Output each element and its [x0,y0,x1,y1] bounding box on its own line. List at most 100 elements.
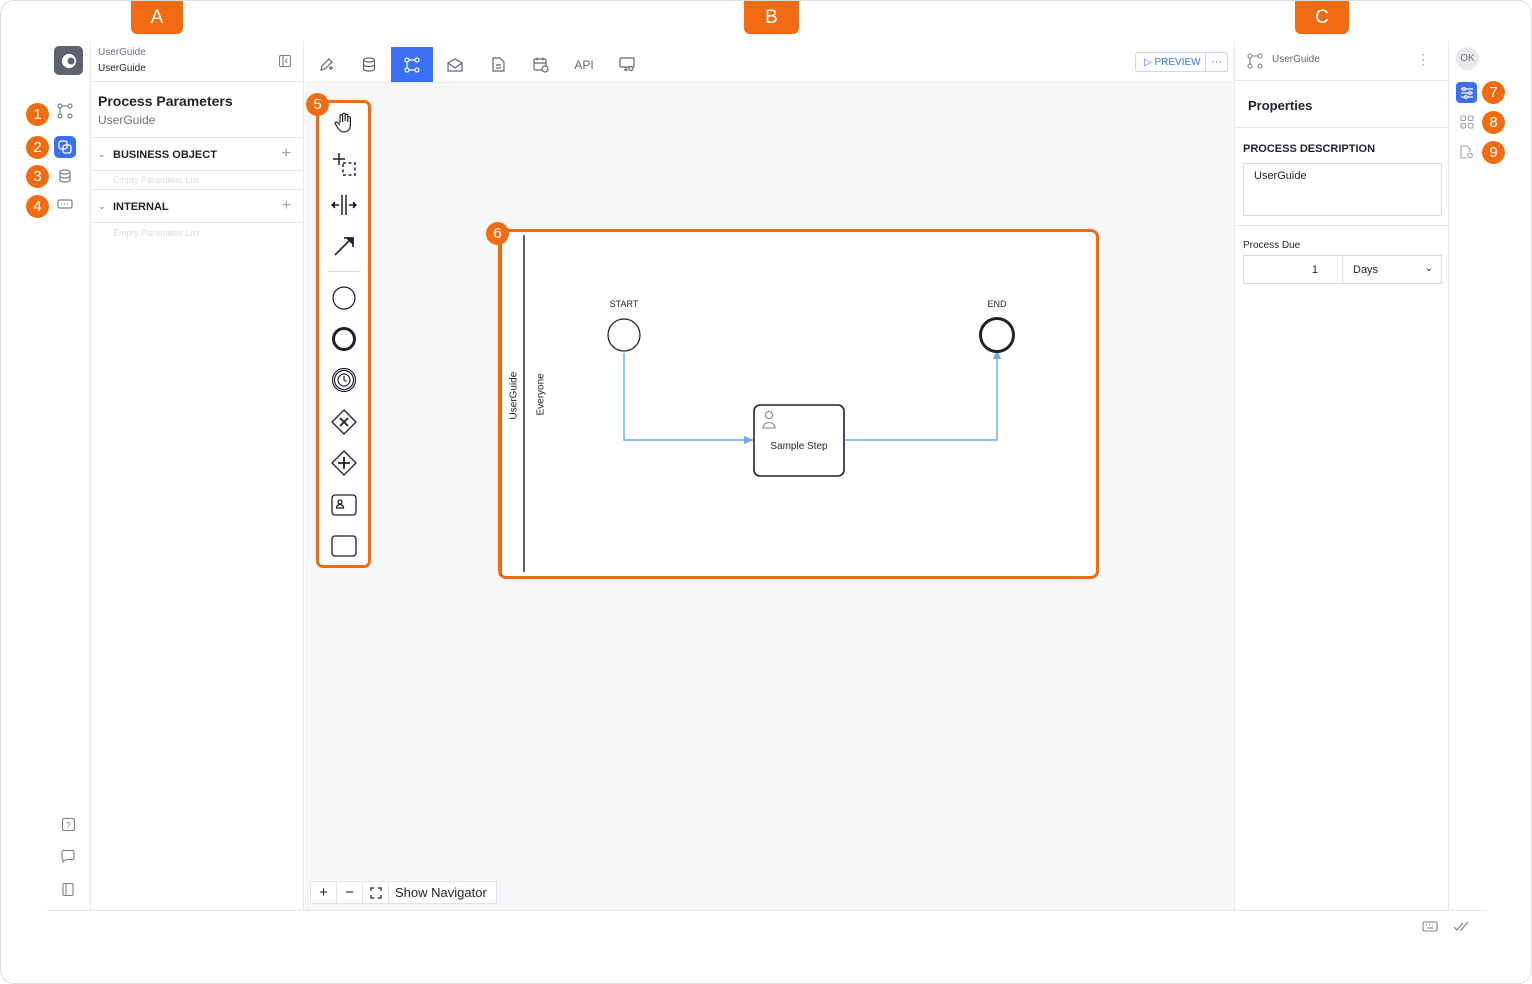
api-tab[interactable]: API [563,47,605,82]
marker-c: C [1295,1,1349,34]
database-icon[interactable] [54,165,76,187]
preview-text: PREVIEW [1154,56,1201,68]
process-tab-icon[interactable] [391,47,433,82]
parameters-panel: UserGuide UserGuide Process Parameters U… [90,41,304,910]
chevron-down-icon: ⌄ [98,149,106,159]
parallel-gateway-icon[interactable] [331,450,357,476]
zoom-out-button[interactable]: − [337,882,363,903]
add-icon[interactable]: + [282,145,291,163]
start-label: START [609,299,639,309]
more-options-button[interactable]: ··· [1205,53,1227,71]
panel-subtitle: UserGuide [98,113,156,127]
schedule-icon[interactable] [520,47,562,82]
marker-2: 2 [26,136,49,159]
space-tool-icon[interactable] [331,192,357,218]
process-due-input[interactable]: 1 [1243,255,1343,284]
document-settings-icon[interactable] [1456,141,1477,162]
app-logo[interactable] [54,46,83,75]
zoom-controls: + − Show Navigator [310,881,497,904]
marker-a: A [131,1,183,34]
element-palette [316,100,371,568]
selected-element-name: UserGuide [1272,54,1320,65]
section-business-object[interactable]: ⌄ BUSINESS OBJECT + [91,137,303,171]
user-task-icon[interactable] [331,492,357,518]
empty-list-text: Empty Parameter List [113,228,200,238]
properties-title: Properties [1248,98,1313,113]
divider [1235,225,1448,226]
svg-text:?: ? [66,821,71,830]
end-event[interactable] [979,317,1015,353]
process-description-field[interactable]: UserGuide [1243,163,1442,216]
pool-label: UserGuide [508,371,520,420]
help-icon[interactable]: ? [57,813,79,835]
properties-header: UserGuide ⋮ [1235,41,1448,81]
process-diagram: UserGuide Everyone START END Sample Step [498,229,1099,579]
marker-9: 9 [1482,141,1505,164]
section-label: BUSINESS OBJECT [113,149,217,161]
database-tab-icon[interactable] [348,47,390,82]
flow-arrowhead [744,436,754,444]
panel-title: Process Parameters [98,93,233,109]
sequence-flow[interactable] [843,354,998,441]
keyboard-icon[interactable] [1422,919,1438,937]
start-event[interactable] [607,318,641,352]
chevron-down-icon: ⌄ [98,201,106,211]
chevron-down-icon: ⌄ [1424,263,1433,274]
marker-b: B [744,1,799,34]
process-flow-icon[interactable] [54,100,76,122]
diagram-svg [501,232,1015,576]
document-icon[interactable] [477,47,519,82]
show-navigator-button[interactable]: Show Navigator [389,885,487,900]
section-label: INTERNAL [113,201,169,213]
add-icon[interactable]: + [282,197,291,215]
exclusive-gateway-icon[interactable] [331,409,357,435]
section-internal[interactable]: ⌄ INTERNAL + [91,189,303,223]
palette-divider [327,271,361,272]
status-bar [47,910,1487,911]
lane-label: Everyone [535,373,547,416]
sequence-flow[interactable] [623,353,751,441]
collapse-panel-icon[interactable] [278,54,292,72]
process-due-label: Process Due [1243,240,1301,251]
task-icon[interactable] [331,533,357,559]
edit-icon[interactable] [305,47,347,82]
fit-screen-icon[interactable] [363,882,389,903]
kebab-menu-icon[interactable]: ⋮ [1416,51,1430,68]
properties-panel: UserGuide ⋮ Properties PROCESS DESCRIPTI… [1234,41,1449,910]
components-icon[interactable] [1456,111,1477,132]
end-label: END [987,299,1007,309]
hand-tool-icon[interactable] [331,110,357,136]
panel-header: UserGuide UserGuide [91,41,303,82]
lasso-tool-icon[interactable] [331,151,357,177]
process-due-unit-select[interactable]: Days ⌄ [1342,255,1442,284]
timer-event-icon[interactable] [331,367,357,393]
start-event-icon[interactable] [331,285,357,311]
zoom-in-button[interactable]: + [311,882,337,903]
process-description-label: PROCESS DESCRIPTION [1243,143,1376,155]
marker-4: 4 [26,195,49,218]
designer-toolbar: API ▷ PREVIEW ··· [305,41,1234,83]
connect-tool-icon[interactable] [331,233,357,259]
chat-icon[interactable] [57,845,79,867]
process-name: UserGuide [98,63,146,74]
marker-6: 6 [486,222,509,245]
marker-7: 7 [1482,81,1505,104]
end-event-icon[interactable] [331,326,357,352]
check-all-icon[interactable] [1453,919,1469,937]
book-icon[interactable] [57,878,79,900]
preview-button[interactable]: ▷ PREVIEW ··· [1135,52,1228,72]
avatar[interactable]: OK [1456,47,1479,70]
properties-sliders-icon[interactable] [1456,82,1477,103]
marker-3: 3 [26,165,49,188]
input-icon[interactable] [54,193,76,215]
due-unit-value: Days [1353,264,1379,276]
process-flow-icon [1247,53,1263,74]
app-frame: A B C 1 2 3 4 ? UserGuide UserGuide Proc… [0,0,1532,984]
objects-icon[interactable] [54,136,76,158]
project-name: UserGuide [98,47,146,58]
empty-list-text: Empty Parameter List [113,175,200,185]
mail-icon[interactable] [434,47,476,82]
marker-5: 5 [306,93,329,116]
task-label: Sample Step [770,441,828,452]
screen-settings-icon[interactable] [606,47,648,82]
